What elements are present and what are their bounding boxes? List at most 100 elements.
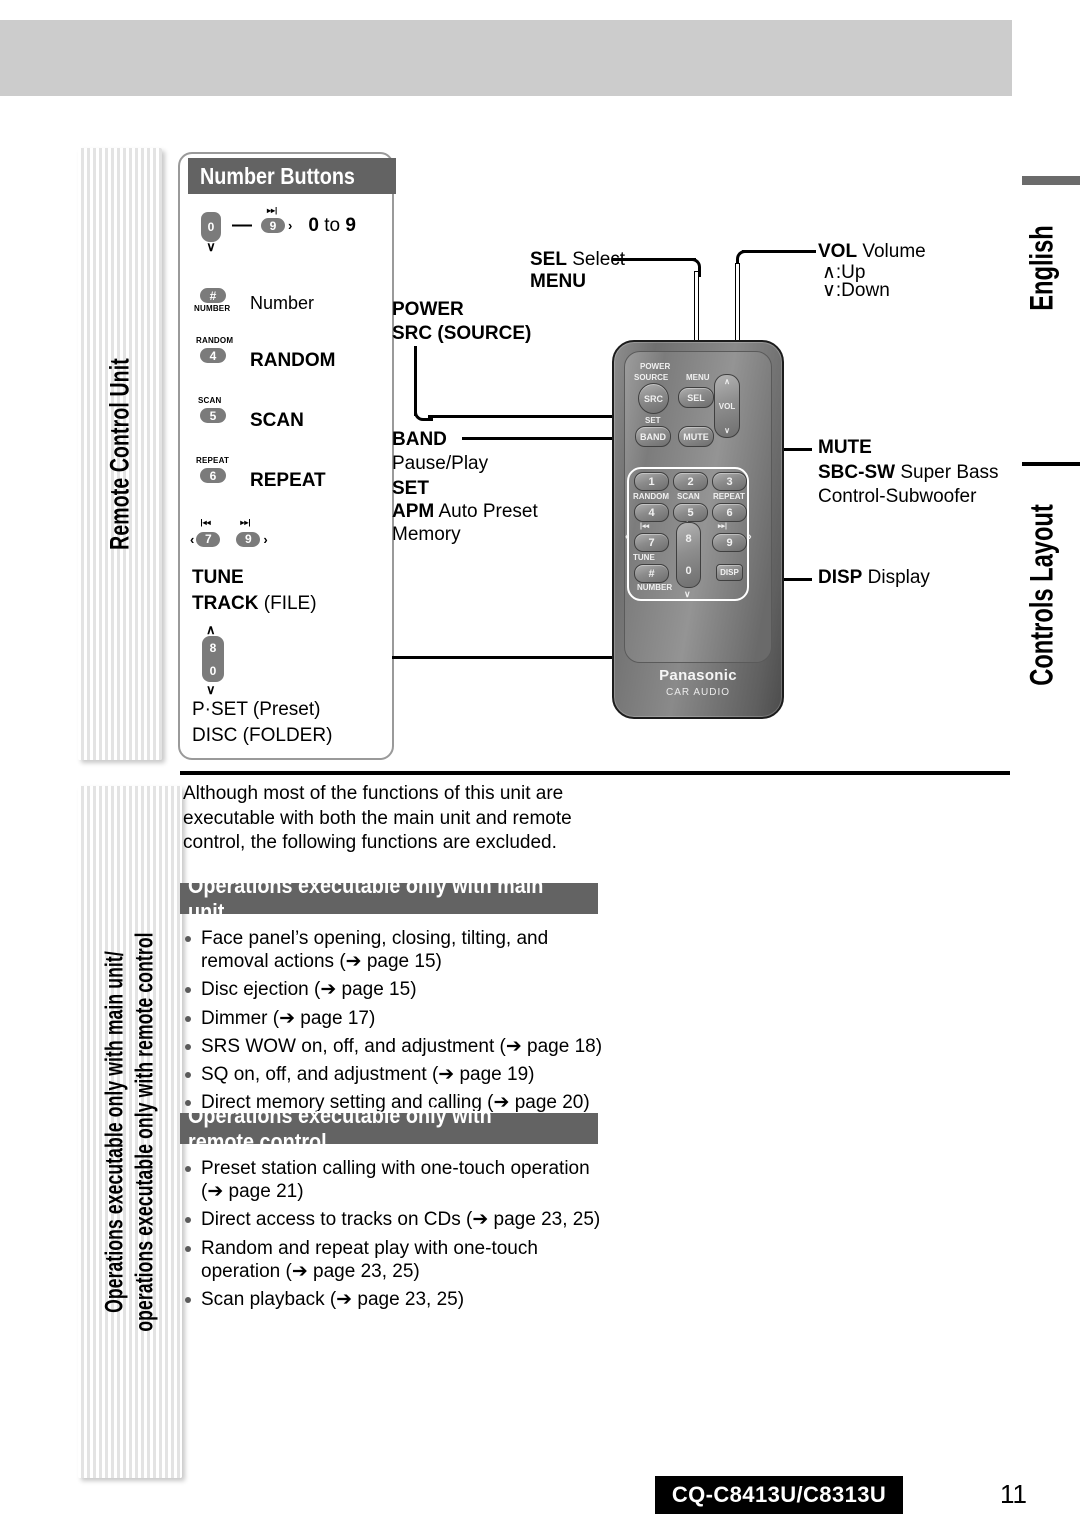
repeat-key-text: REPEAT: [250, 470, 326, 491]
key-hash-cap: #: [200, 288, 226, 303]
key-4-sublabel: RANDOM: [196, 336, 234, 345]
tune-label: TUNE: [192, 567, 244, 588]
seek-keys-row: ‹ |◂◂ 7 ▸▸| 9 ›: [190, 518, 268, 548]
callout-mute: MUTE: [818, 437, 872, 458]
side-tab-operations-line2: operations executable only with remote c…: [130, 932, 158, 1332]
range-dash: —: [232, 214, 252, 236]
scan-key-text: SCAN: [250, 410, 304, 431]
remote-disp-button[interactable]: DISP: [716, 564, 743, 581]
remote-set-label: SET: [645, 416, 661, 425]
callout-disp-rest: Display: [862, 567, 930, 588]
key-7-cap: 7: [196, 531, 221, 547]
callout-src: SRC (SOURCE): [392, 323, 532, 344]
remote-key-3[interactable]: 3: [712, 472, 747, 491]
intro-paragraph: Although most of the functions of this u…: [183, 783, 572, 854]
repeat-key-row: REPEAT 6 REPEAT: [192, 456, 326, 496]
remote-left-chevron: ‹: [625, 531, 629, 543]
next-track-icon: ▸▸|: [267, 205, 278, 215]
list-item: Direct access to tracks on CDs (➔ page 2…: [183, 1208, 613, 1231]
preset-rocker-group: ∧ 8 0 ∨: [198, 622, 238, 700]
range-text: 0 to 9: [308, 215, 356, 237]
callout-apm: APM Auto Preset: [392, 500, 538, 524]
leader-keypad-h: [392, 656, 648, 659]
remote-vol-down-glyph: ∨: [724, 426, 730, 435]
remote-key-1[interactable]: 1: [634, 472, 669, 491]
seek-right-chevron: ›: [263, 531, 268, 547]
leader-vol-h: [742, 250, 816, 253]
number-key-text: Number: [250, 292, 315, 313]
pset-label: P·SET (Preset): [192, 699, 321, 720]
key-5-cap: 5: [200, 408, 226, 423]
callout-disp: DISP Display: [818, 566, 930, 590]
list-item: Scan playback (➔ page 23, 25): [183, 1288, 613, 1311]
leader-src-h: [428, 415, 640, 418]
remote-key-7[interactable]: 7: [634, 533, 669, 552]
preset-down-chevron: ∨: [206, 682, 216, 697]
remote-menu-label: MENU: [686, 373, 710, 382]
preset-rocker: 8 0: [202, 636, 224, 682]
key-4-group: RANDOM 4: [192, 336, 242, 376]
next-track-icon-2: ▸▸|: [240, 518, 251, 527]
remote-key-4[interactable]: 4: [634, 503, 669, 522]
list-item: Face panel’s opening, closing, tilting, …: [183, 927, 613, 973]
callout-vol-bold: VOL: [818, 241, 858, 262]
track-label: TRACK (FILE): [192, 592, 317, 616]
leader-sel-elbow: [684, 258, 701, 277]
key-5-sublabel: SCAN: [198, 396, 222, 405]
remote-vol-up-glyph: ∧: [724, 377, 730, 386]
remote-key-8: 8: [685, 533, 692, 545]
key-hash-group: # NUMBER: [192, 288, 242, 318]
remote-mute-button[interactable]: MUTE: [678, 426, 714, 447]
section-tab-controls-layout-label: Controls Layout: [1023, 504, 1060, 686]
callout-sbc-rest: Super Bass: [895, 462, 999, 483]
side-tab-operations-label: Operations executable only with main uni…: [101, 932, 160, 1331]
remote-next-track-icon: ▸▸|: [718, 523, 727, 530]
number-range-row: 0 ∨ — ▸▸| 9 › 0 to 9: [196, 206, 356, 253]
page-header-band: [0, 20, 1012, 96]
range-text-from: 0: [308, 214, 319, 236]
remote-number-label: NUMBER: [637, 583, 673, 592]
callout-sbc-line2: Control-Subwoofer: [818, 486, 977, 507]
number-buttons-title-bar: Number Buttons: [188, 158, 396, 194]
list-item: Preset station calling with one-touch op…: [183, 1157, 613, 1203]
prev-track-icon: |◂◂: [200, 518, 211, 527]
key-9b-cap: 9: [236, 531, 261, 547]
side-tab-operations: Operations executable only with main uni…: [78, 786, 182, 1478]
disc-label: DISC (FOLDER): [192, 725, 333, 746]
remote-src-button[interactable]: SRC: [638, 383, 669, 414]
range-text-mid: to: [318, 214, 346, 236]
remote-key-0: 0: [685, 565, 692, 577]
track-label-rest: (FILE): [258, 593, 317, 614]
key-9b-group: ▸▸| 9: [236, 518, 261, 548]
key-9-right-chevron: ›: [288, 218, 293, 233]
remote-key-6[interactable]: 6: [712, 503, 747, 522]
key-5-group: SCAN 5: [192, 396, 242, 436]
callout-sbc: SBC-SW Super Bass: [818, 461, 999, 485]
number-key-row: # NUMBER Number: [192, 288, 314, 318]
callout-set: SET: [392, 478, 429, 499]
english-tab-rule: [1022, 176, 1080, 185]
remote-random-label: RANDOM: [633, 492, 669, 501]
key-6-cap: 6: [200, 468, 226, 483]
remote-key-9[interactable]: 9: [712, 533, 747, 552]
preset-rocker-top: 8: [209, 640, 217, 655]
key-9-group: ▸▸| 9: [261, 206, 285, 235]
language-tab-english: English: [1016, 198, 1068, 338]
remote-key-hash[interactable]: #: [634, 564, 669, 583]
language-tab-english-label: English: [1023, 225, 1060, 311]
key-0-group: 0 ∨: [196, 212, 226, 253]
remote-brand-sub: CAR AUDIO: [665, 687, 730, 698]
remote-band-button[interactable]: BAND: [635, 426, 671, 447]
remote-scan-label: SCAN: [677, 492, 700, 501]
remote-source-label: SOURCE: [634, 373, 669, 382]
controls-layout-rule: [1022, 462, 1080, 466]
remote-tune-label: TUNE: [633, 553, 655, 562]
callout-sel: SEL Select: [530, 248, 625, 272]
remote-sel-button[interactable]: SEL: [678, 387, 714, 408]
remote-key-2[interactable]: 2: [673, 472, 708, 491]
list-item: SRS WOW on, off, and adjustment (➔ page …: [183, 1035, 613, 1058]
remote-volume-rocker[interactable]: ∧ VOL ∨: [714, 374, 740, 438]
remote-preset-rocker[interactable]: 8 0: [676, 522, 701, 588]
callout-apm-bold: APM: [392, 501, 435, 522]
callout-vol-rest: Volume: [857, 241, 926, 262]
